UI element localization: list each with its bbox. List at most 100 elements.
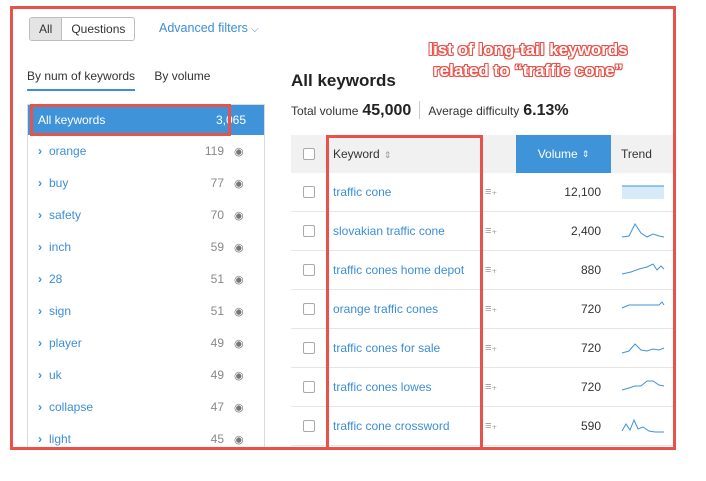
- add-to-list-icon[interactable]: ≡₊: [485, 224, 497, 237]
- trend-sparkline: [621, 418, 664, 433]
- tab-by-volume[interactable]: By volume: [154, 69, 210, 83]
- group-count: 49: [210, 336, 224, 350]
- volume-value: 12,100: [564, 185, 601, 199]
- row-checkbox[interactable]: [303, 186, 315, 198]
- trend-sparkline: [621, 343, 665, 354]
- add-to-list-icon[interactable]: ≡₊: [485, 302, 497, 315]
- trend-sparkline: [621, 263, 665, 275]
- row-checkbox[interactable]: [303, 381, 315, 393]
- eye-icon[interactable]: ◉: [234, 433, 246, 446]
- eye-icon[interactable]: ◉: [234, 209, 246, 222]
- group-label: player: [49, 336, 82, 350]
- eye-icon[interactable]: ◉: [234, 401, 246, 414]
- eye-icon[interactable]: ◉: [234, 145, 246, 158]
- chevron-right-icon: ›: [38, 368, 42, 382]
- group-count: 70: [210, 208, 224, 222]
- add-to-list-icon[interactable]: ≡₊: [485, 263, 497, 276]
- add-to-list-icon[interactable]: ≡₊: [485, 419, 497, 432]
- volume-value: 2,400: [570, 224, 601, 238]
- group-label: collapse: [49, 400, 94, 414]
- trend-sparkline: [621, 301, 665, 309]
- total-volume-label: Total volume: [291, 104, 359, 118]
- chevron-right-icon: ›: [38, 336, 42, 350]
- group-item[interactable]: › collapse 47 ◉: [28, 391, 264, 423]
- group-item[interactable]: › safety 70 ◉: [28, 199, 264, 231]
- avg-difficulty-value: 6.13%: [523, 102, 569, 119]
- divider: [419, 101, 421, 119]
- chevron-right-icon: ›: [38, 400, 42, 414]
- total-volume-value: 45,000: [362, 102, 412, 119]
- chevron-right-icon: ›: [38, 240, 42, 254]
- volume-column-header[interactable]: Volume ⇕: [516, 135, 611, 173]
- chevron-right-icon: ›: [38, 304, 42, 318]
- avg-difficulty-label: Average difficulty: [428, 104, 520, 118]
- group-label: light: [49, 432, 72, 446]
- group-item[interactable]: › player 49 ◉: [28, 327, 264, 359]
- group-item[interactable]: › orange 119 ◉: [28, 135, 264, 167]
- chevron-right-icon: ›: [38, 176, 42, 190]
- tab-all[interactable]: All: [30, 18, 63, 40]
- group-label: buy: [49, 176, 69, 190]
- group-count: 45: [210, 432, 224, 446]
- volume-value: 720: [580, 341, 601, 355]
- group-item[interactable]: › light 45 ◉: [28, 423, 264, 447]
- group-item[interactable]: › inch 59 ◉: [28, 231, 264, 263]
- keyword-groups-list: All keywords 3,065 › orange 119 ◉ › buy 77 ◉ ›…: [27, 104, 265, 447]
- trend-sparkline: [621, 380, 665, 391]
- add-to-list-icon[interactable]: ≡₊: [485, 341, 497, 354]
- advanced-filters-link[interactable]: Advanced filters ⌵: [159, 21, 259, 35]
- summary-stats: Total volume 45,000 Average difficulty 6…: [291, 97, 569, 120]
- group-item[interactable]: › 28 51 ◉: [28, 263, 264, 295]
- group-label: inch: [49, 240, 72, 254]
- select-all-checkbox[interactable]: [303, 148, 315, 160]
- row-checkbox[interactable]: [303, 420, 315, 432]
- group-count: 59: [210, 240, 224, 254]
- eye-icon[interactable]: ◉: [234, 369, 246, 382]
- group-count: 51: [210, 272, 224, 286]
- eye-icon[interactable]: ◉: [234, 337, 246, 350]
- eye-icon[interactable]: ◉: [234, 177, 246, 190]
- group-label: orange: [49, 144, 87, 158]
- add-to-list-icon[interactable]: ≡₊: [485, 185, 497, 198]
- eye-icon[interactable]: ◉: [234, 305, 246, 318]
- trend-sparkline: [621, 223, 665, 238]
- volume-value: 720: [580, 380, 601, 394]
- group-sort-tabs: By num of keywords By volume: [27, 69, 226, 91]
- group-item[interactable]: › sign 51 ◉: [28, 295, 264, 327]
- add-to-list-icon[interactable]: ≡₊: [485, 380, 497, 393]
- highlight-box-keywords: [326, 135, 483, 447]
- trend-sparkline: [622, 185, 664, 199]
- volume-value: 590: [580, 419, 601, 433]
- volume-value: 880: [580, 263, 601, 277]
- row-checkbox[interactable]: [303, 264, 315, 276]
- page-title: All keywords: [291, 71, 396, 90]
- group-count: 119: [204, 144, 224, 158]
- tab-by-num-of-keywords[interactable]: By num of keywords: [27, 69, 136, 91]
- group-count: 77: [210, 176, 224, 190]
- row-checkbox[interactable]: [303, 303, 315, 315]
- row-checkbox[interactable]: [303, 342, 315, 354]
- chevron-right-icon: ›: [38, 272, 42, 286]
- row-checkbox[interactable]: [303, 225, 315, 237]
- annotation-line: related to “traffic cone”: [433, 61, 623, 80]
- sort-icon: ⇕: [581, 148, 590, 159]
- advanced-filters-label: Advanced filters: [159, 21, 248, 35]
- eye-icon[interactable]: ◉: [234, 241, 246, 254]
- chevron-right-icon: ›: [38, 208, 42, 222]
- volume-header-label: Volume: [537, 147, 578, 161]
- chevron-right-icon: ›: [38, 432, 42, 446]
- tab-questions[interactable]: Questions: [62, 18, 134, 40]
- screenshot-frame: All Questions Advanced filters ⌵ By num o…: [10, 6, 676, 450]
- group-count: 49: [210, 368, 224, 382]
- volume-value: 720: [580, 302, 601, 316]
- trend-column-header: Trend: [621, 147, 652, 161]
- annotation-line: list of long-tail keywords: [428, 40, 628, 59]
- group-item[interactable]: › uk 49 ◉: [28, 359, 264, 391]
- chevron-right-icon: ›: [38, 144, 42, 158]
- group-item[interactable]: › buy 77 ◉: [28, 167, 264, 199]
- highlight-box-all-keywords: [30, 104, 231, 136]
- eye-icon[interactable]: ◉: [234, 273, 246, 286]
- group-count: 47: [210, 400, 224, 414]
- group-label: uk: [49, 368, 62, 382]
- group-label: sign: [49, 304, 72, 318]
